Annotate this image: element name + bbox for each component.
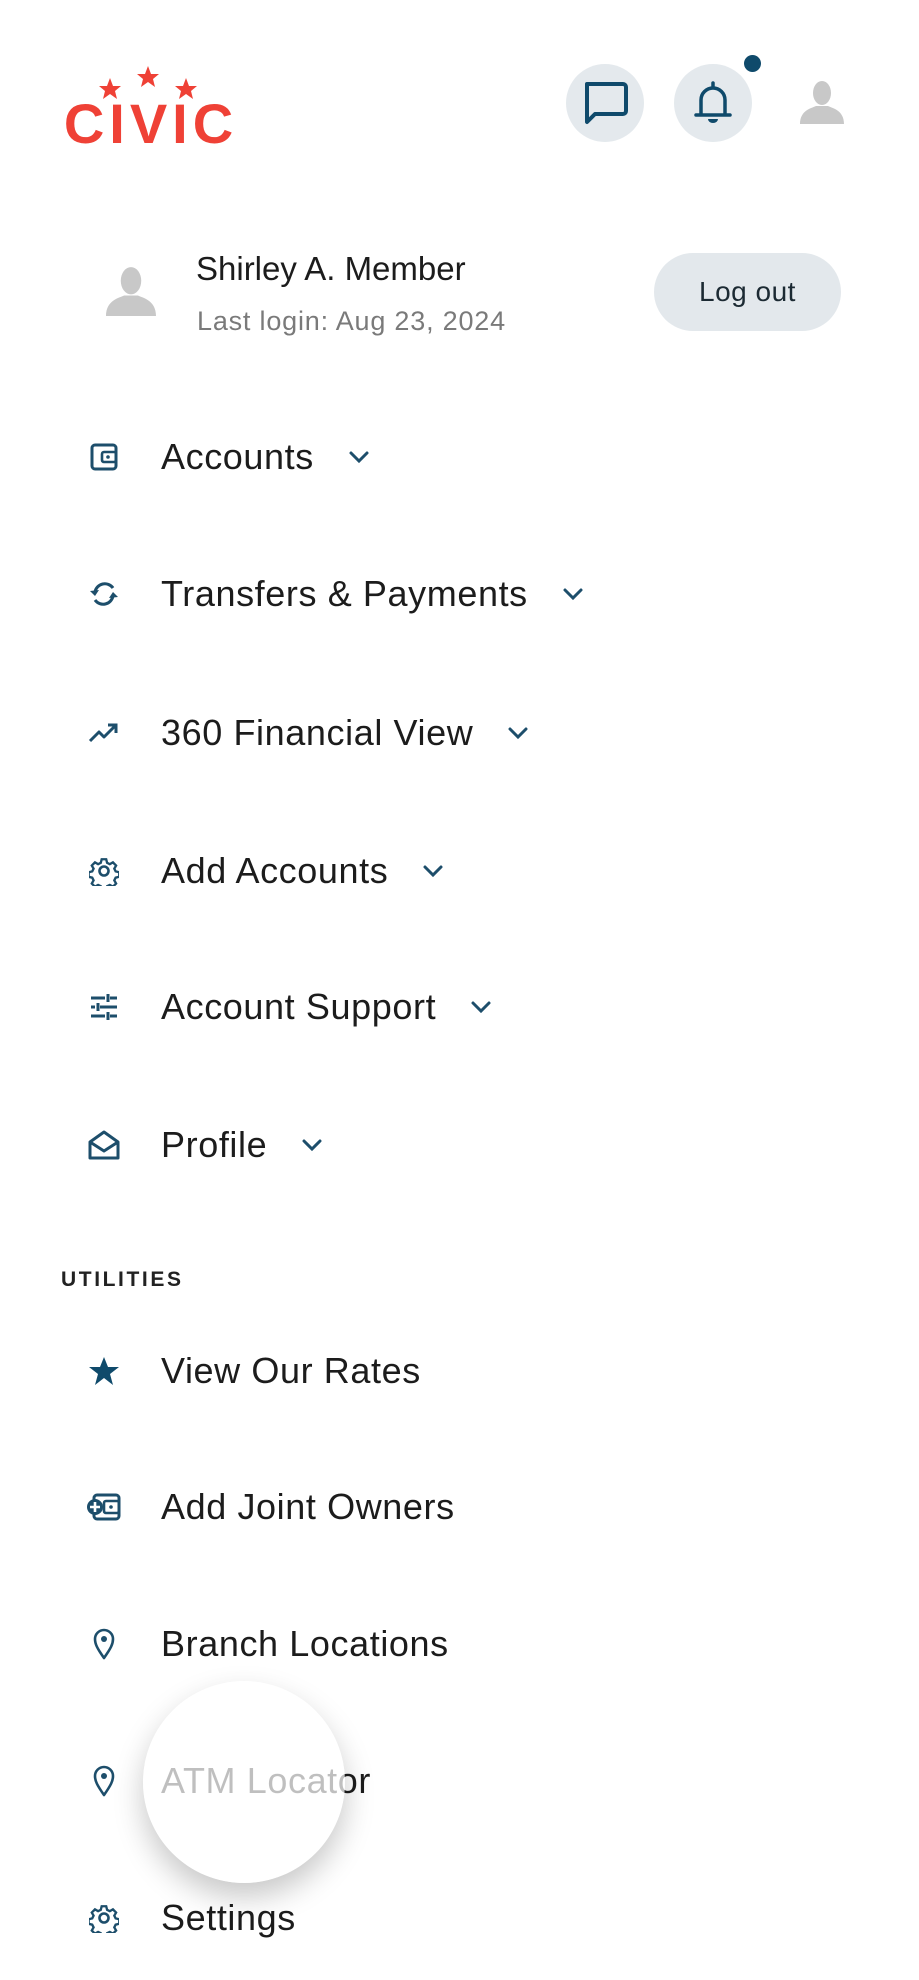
menu-item-accounts[interactable]: Accounts (80, 417, 370, 497)
menu-label: 360 Financial View (161, 712, 474, 753)
notification-badge (744, 55, 761, 72)
chevron-down-icon[interactable] (507, 726, 529, 740)
user-avatar-icon[interactable] (798, 80, 846, 124)
messages-button[interactable] (566, 64, 644, 142)
menu-label: Add Accounts (161, 850, 389, 891)
chevron-down-icon[interactable] (348, 450, 370, 464)
utility-item-add-joint-owners[interactable]: Add Joint Owners (80, 1467, 455, 1547)
menu-item-account-support[interactable]: Account Support (80, 967, 492, 1047)
logo-text: CIVIC (64, 92, 238, 147)
menu-item-profile[interactable]: Profile (80, 1105, 323, 1185)
trending-up-icon (80, 709, 128, 757)
notifications-button[interactable] (674, 64, 752, 142)
logo-star-icon (137, 66, 159, 87)
utility-item-atm-locator[interactable]: ATM Locator (80, 1741, 371, 1821)
open-envelope-icon (80, 1121, 128, 1169)
chevron-down-icon[interactable] (470, 1000, 492, 1014)
menu-label: Profile (161, 1124, 268, 1165)
chevron-down-icon[interactable] (422, 864, 444, 878)
gear-icon (80, 847, 128, 895)
menu-item-360-financial-view[interactable]: 360 Financial View (80, 693, 529, 773)
refresh-arrows-icon (80, 570, 128, 618)
menu-label: View Our Rates (161, 1350, 421, 1391)
user-silhouette-icon (106, 267, 156, 316)
star-icon (80, 1347, 128, 1395)
menu-label: Account Support (161, 986, 437, 1027)
chat-bubble-icon (585, 82, 628, 124)
menu-label: Add Joint Owners (161, 1486, 455, 1527)
menu-label: Accounts (161, 436, 314, 477)
menu-label: Branch Locations (161, 1623, 449, 1664)
menu-label: ATM Locator (161, 1760, 371, 1801)
last-login: Last login: Aug 23, 2024 (197, 306, 506, 336)
bell-icon (694, 81, 732, 123)
profile-avatar (103, 266, 159, 316)
map-pin-icon (80, 1757, 128, 1805)
logout-button[interactable]: Log out (654, 253, 841, 331)
menu-label: Transfers & Payments (161, 573, 528, 614)
chevron-down-icon[interactable] (562, 587, 584, 601)
sliders-icon (80, 983, 128, 1031)
menu-item-add-accounts[interactable]: Add Accounts (80, 831, 444, 911)
utility-item-settings[interactable]: Settings (80, 1878, 296, 1958)
menu-item-transfers-payments[interactable]: Transfers & Payments (80, 554, 584, 634)
utility-item-view-our-rates[interactable]: View Our Rates (80, 1331, 421, 1411)
menu-label: Settings (161, 1897, 296, 1938)
map-pin-icon (80, 1620, 128, 1668)
utility-item-branch-locations[interactable]: Branch Locations (80, 1604, 449, 1684)
user-name: Shirley A. Member (196, 250, 466, 287)
gear-icon (80, 1894, 128, 1942)
chevron-down-icon[interactable] (301, 1138, 323, 1152)
wallet-icon (80, 433, 128, 481)
wallet-add-icon (80, 1483, 128, 1531)
utilities-heading: UTILITIES (61, 1268, 184, 1291)
civic-logo[interactable]: CIVIC (56, 62, 246, 155)
